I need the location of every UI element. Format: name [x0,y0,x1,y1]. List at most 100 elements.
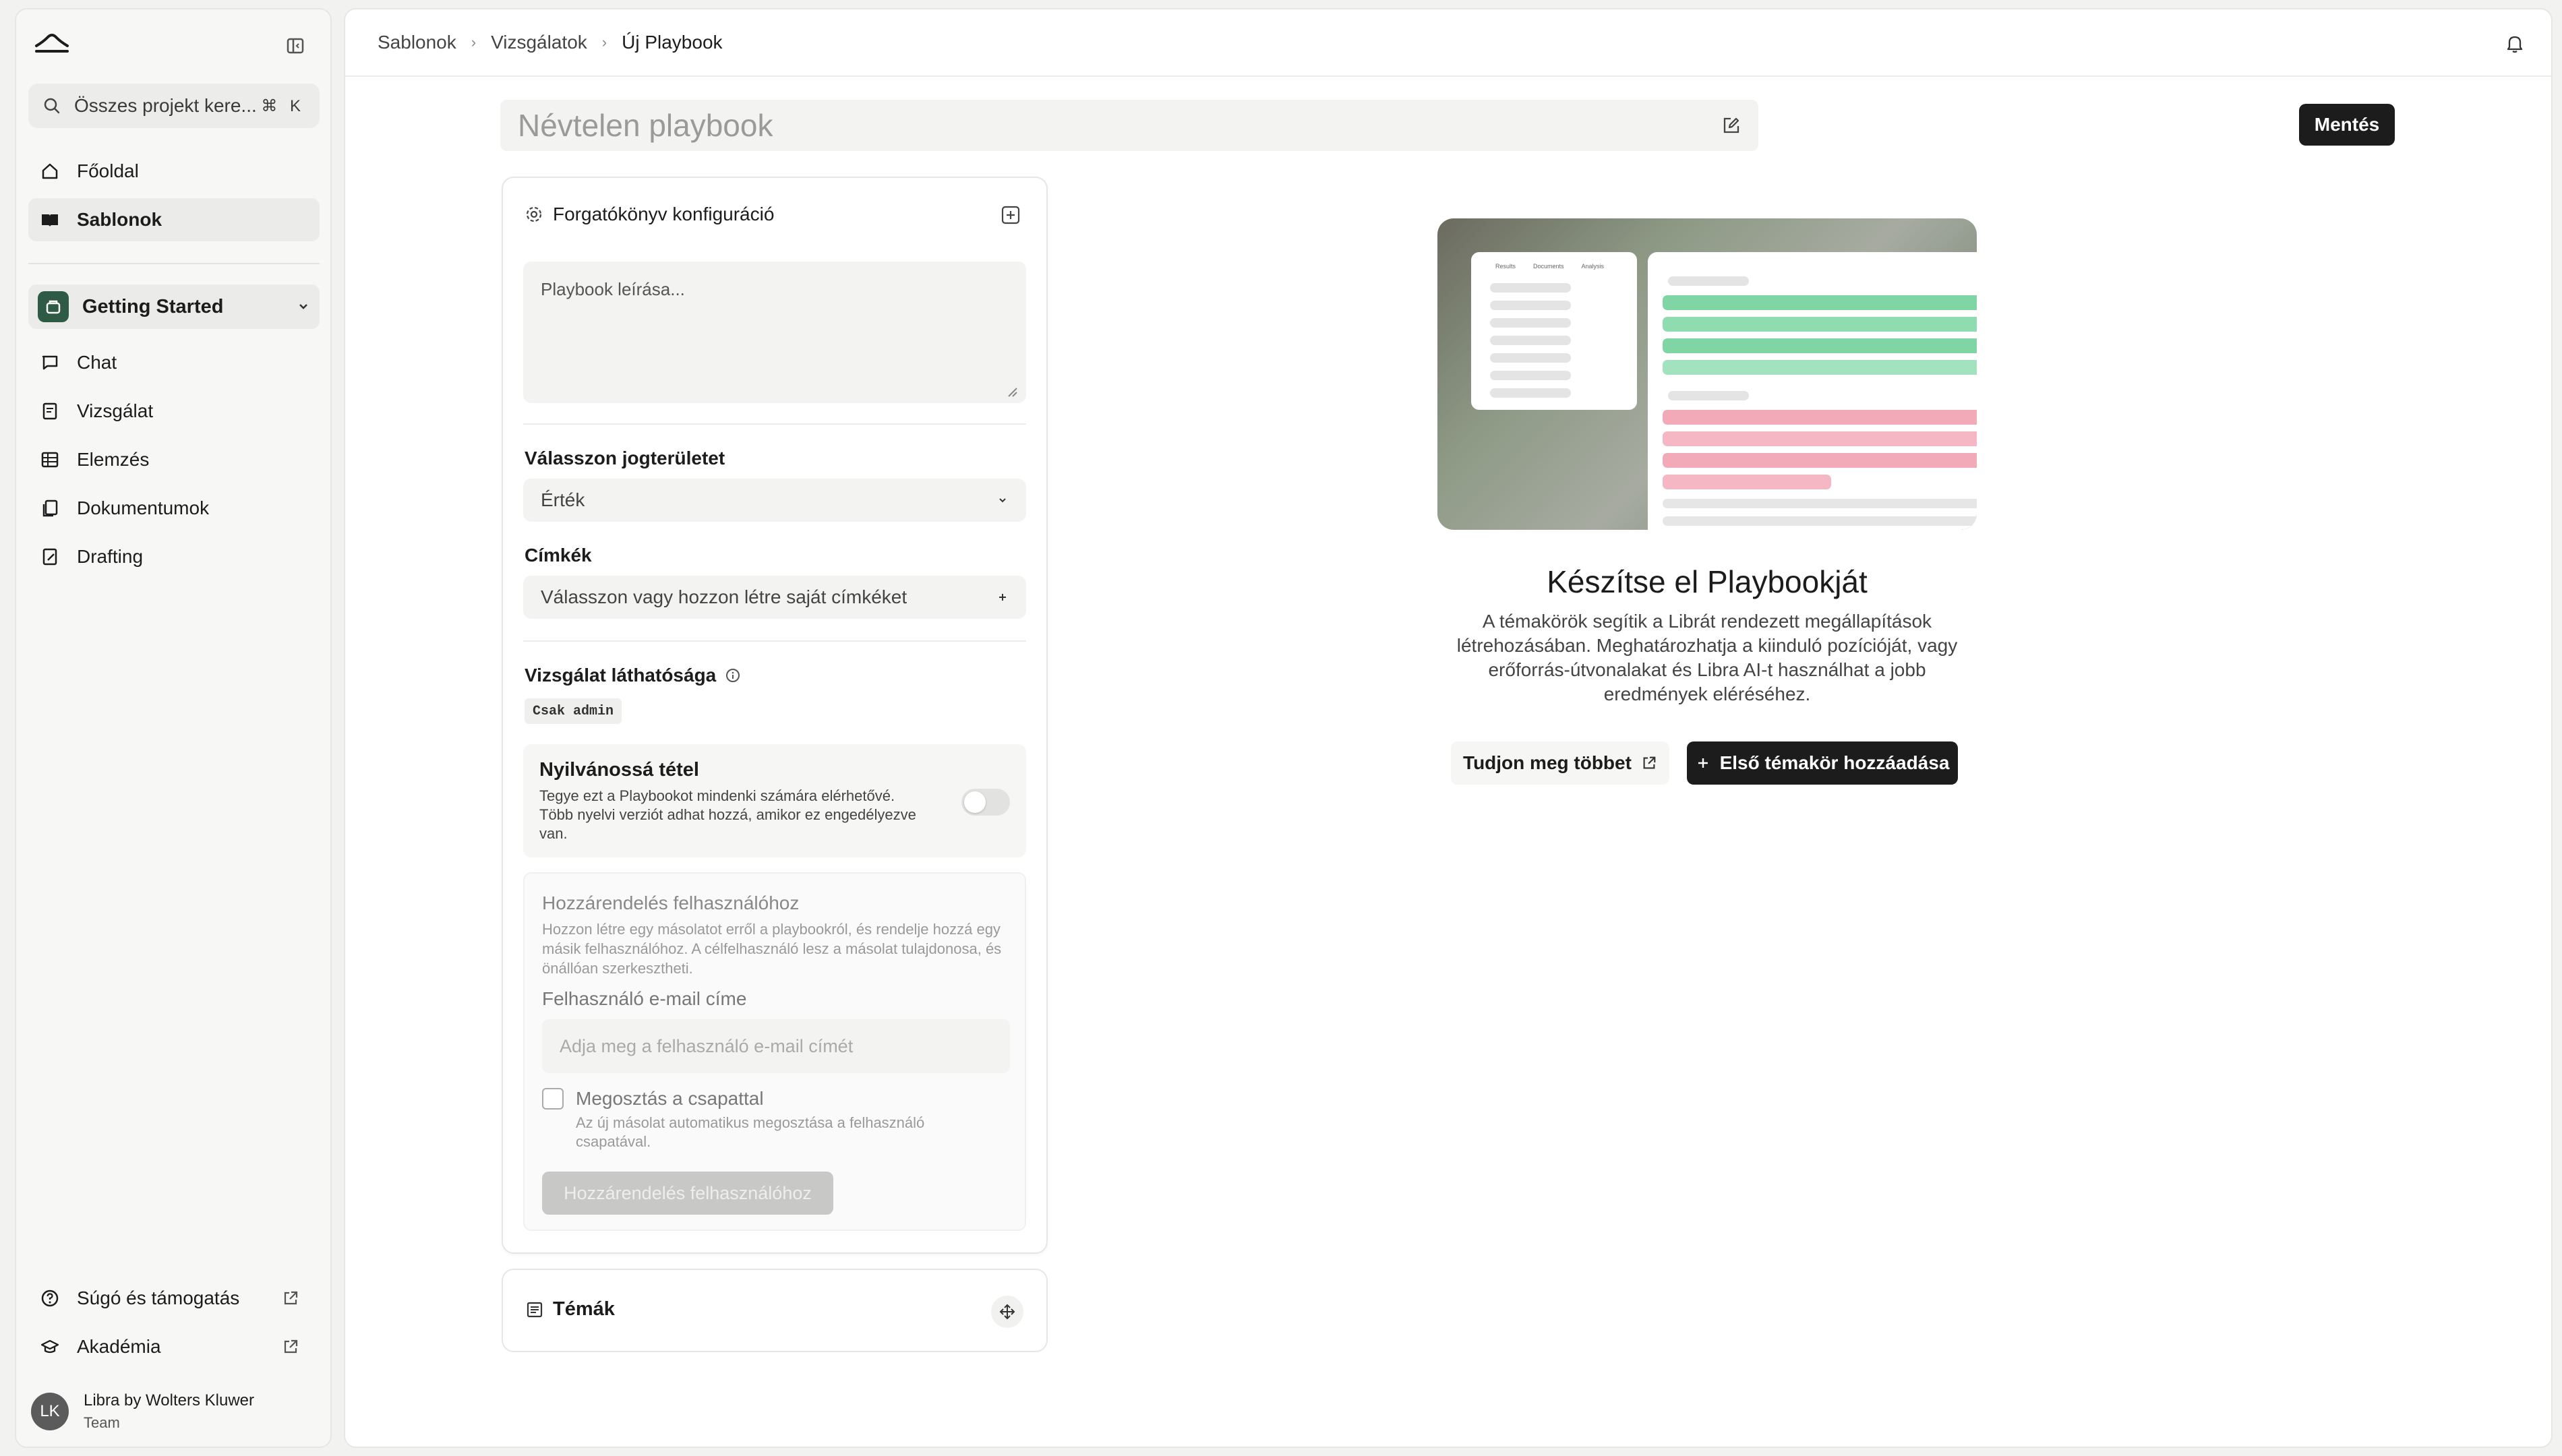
sidebar-item-analysis[interactable]: Elemzés [28,438,320,481]
sidebar-item-label: Súgó és támogatás [77,1287,240,1308]
avatar: LK [31,1393,69,1430]
sidebar-item-label: Főoldal [77,160,139,181]
make-public-section: Nyilvánossá tétel Tegye ezt a Playbookot… [523,744,1026,857]
sidebar: Összes projekt kere... ⌘ K Főoldal Sablo… [15,8,332,1448]
libra-logo-icon[interactable] [34,30,70,57]
sidebar-item-label: Elemzés [77,449,150,470]
share-team-desc: Az új másolat automatikus megosztása a f… [576,1114,925,1150]
gear-icon [525,205,543,224]
sidebar-item-label: Akadémia [77,1336,161,1357]
project-badge-icon [38,291,69,322]
topics-panel: Témák [502,1269,1048,1352]
sidebar-item-templates[interactable]: Sablonok [28,198,320,241]
divider [523,640,1026,642]
sidebar-item-academy[interactable]: Akadémia [28,1325,320,1368]
assign-title: Hozzárendelés felhasználóhoz [542,892,800,913]
share-team-checkbox[interactable] [542,1088,564,1110]
illustration-card-right [1648,252,1977,530]
documents-icon [40,499,59,518]
user-role: Team [84,1414,120,1431]
playbook-title-input[interactable] [518,107,1722,144]
chevron-right-icon: › [601,34,607,51]
playbook-illustration: Results Documents Analysis [1437,218,1977,530]
sidebar-divider [28,263,320,264]
visibility-label-row: Vizsgálat láthatósága [525,665,740,686]
email-label: Felhasználó e-mail címe [542,988,747,1009]
search-shortcut: ⌘ K [261,96,305,115]
config-header: Forgatókönyv konfiguráció [525,204,774,225]
save-button[interactable]: Mentés [2299,104,2395,146]
review-icon [40,402,59,421]
sidebar-item-help[interactable]: Súgó és támogatás [28,1277,320,1320]
tags-placeholder: Válasszon vagy hozzon létre saját címkék… [541,586,907,607]
jurisdiction-select[interactable]: Érték [523,479,1026,522]
learn-more-button[interactable]: Tudjon meg többet [1451,741,1669,785]
make-public-desc: Tegye ezt a Playbookot mindenki számára … [539,787,916,842]
assign-user-section: Hozzárendelés felhasználóhoz Hozzon létr… [523,872,1026,1231]
illustration-card-left: Results Documents Analysis [1471,252,1637,410]
chevron-down-icon [297,300,310,313]
chevron-down-icon [996,494,1009,506]
user-profile[interactable]: LK Libra by Wolters Kluwer Team [31,1391,254,1432]
tags-select[interactable]: Válasszon vagy hozzon létre saját címkék… [523,576,1026,619]
sidebar-item-label: Sablonok [77,209,162,230]
breadcrumb-current: Új Playbook [622,32,723,53]
visibility-chip: Csak admin [525,698,622,724]
sidebar-item-documents[interactable]: Dokumentumok [28,487,320,530]
sidebar-item-home[interactable]: Főoldal [28,150,320,193]
add-first-topic-button[interactable]: Első témakör hozzáadása [1687,741,1958,785]
illustration-tab: Results [1495,263,1516,270]
chat-icon [40,353,59,372]
assign-user-button[interactable]: Hozzárendelés felhasználóhoz [542,1172,833,1215]
list-icon [526,1301,543,1318]
divider [523,423,1026,425]
sidebar-item-label: Chat [77,352,117,373]
learn-more-label: Tudjon meg többet [1463,752,1632,773]
jurisdiction-value: Érték [541,489,585,510]
sidebar-item-review[interactable]: Vizsgálat [28,390,320,433]
book-icon [40,210,59,229]
external-link-icon [282,1338,299,1356]
sidebar-item-label: Dokumentumok [77,497,210,518]
project-switcher[interactable]: Getting Started [28,284,320,329]
table-icon [40,450,59,469]
breadcrumb: Sablonok › Vizsgálatok › Új Playbook [378,32,723,53]
sidebar-item-chat[interactable]: Chat [28,341,320,384]
main-content: Sablonok › Vizsgálatok › Új Playbook Men… [344,8,2553,1448]
sidebar-item-label: Vizsgálat [77,400,154,421]
visibility-label: Vizsgálat láthatósága [525,665,717,686]
academy-icon [40,1337,59,1356]
make-public-toggle[interactable] [961,789,1010,816]
topics-heading: Témák [553,1298,615,1320]
info-icon[interactable] [725,668,740,683]
collapse-panel-icon[interactable] [1001,205,1021,225]
email-field[interactable]: Adja meg a felhasználó e-mail címét [542,1019,1010,1073]
home-icon [40,162,59,181]
config-heading: Forgatókönyv konfiguráció [553,204,775,224]
jurisdiction-label: Válasszon jogterületet [525,448,725,468]
topbar: Sablonok › Vizsgálatok › Új Playbook [345,9,2551,77]
external-link-icon [1641,755,1657,771]
description-textarea[interactable]: Playbook leírása... [523,262,1026,403]
edit-icon[interactable] [1722,116,1741,135]
external-link-icon [282,1290,299,1307]
search-icon [43,97,61,115]
empty-state-desc: A témakörök segítik a Librát rendezett m… [1456,611,1958,704]
share-team-label: Megosztás a csapattal [576,1088,764,1109]
breadcrumb-reviews[interactable]: Vizsgálatok [491,32,587,53]
expand-topics-icon[interactable] [991,1296,1023,1328]
project-search[interactable]: Összes projekt kere... ⌘ K [28,84,320,128]
drafting-icon [40,547,59,566]
sidebar-item-drafting[interactable]: Drafting [28,535,320,578]
tags-label: Címkék [525,545,592,566]
make-public-title: Nyilvánossá tétel [539,759,699,781]
plus-icon [996,591,1009,603]
breadcrumb-templates[interactable]: Sablonok [378,32,456,53]
search-placeholder: Összes projekt kere... [74,95,257,116]
collapse-sidebar-icon[interactable] [286,36,305,55]
bell-icon[interactable] [2505,34,2524,54]
project-name: Getting Started [82,295,224,317]
playbook-config-panel: Forgatókönyv konfiguráció Playbook leírá… [502,177,1048,1254]
add-first-topic-label: Első témakör hozzáadása [1719,752,1950,773]
playbook-title-field[interactable] [500,100,1758,151]
